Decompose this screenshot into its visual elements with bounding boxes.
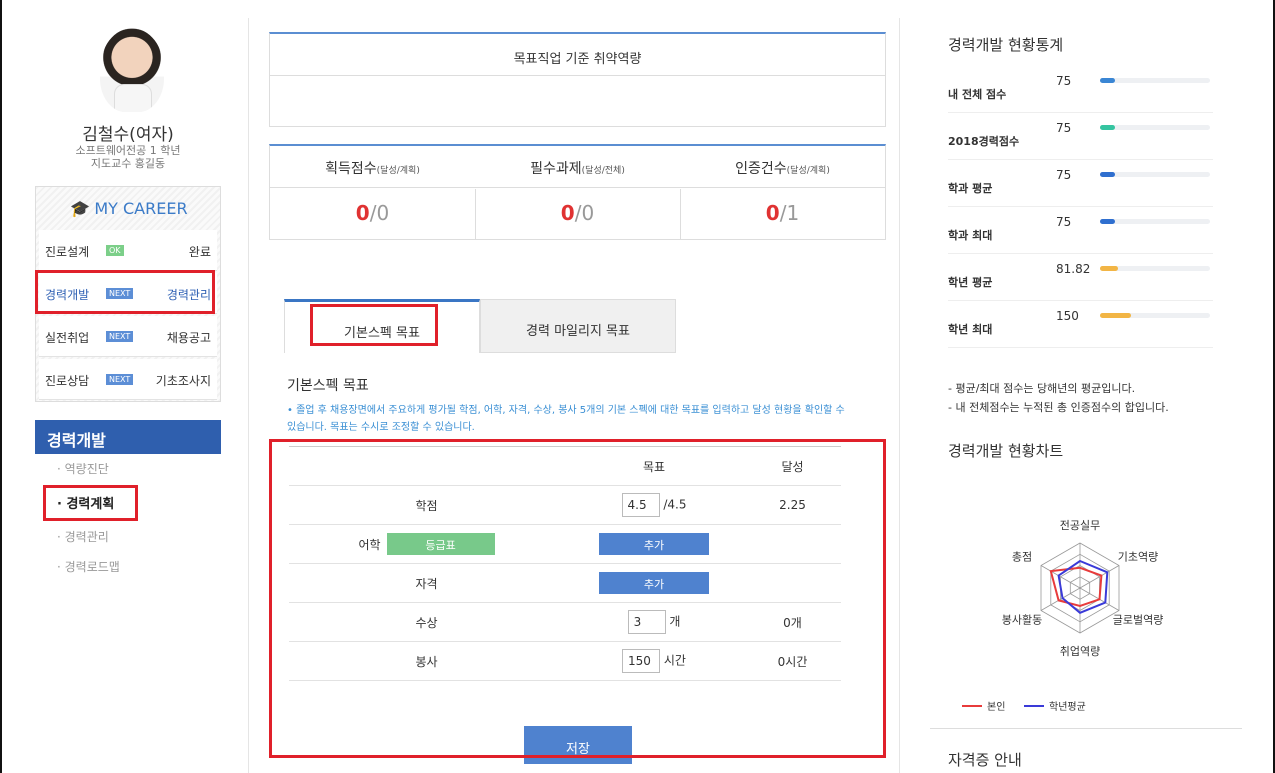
user-dept: 소프트웨어전공 1 학년	[75, 144, 181, 157]
stat-label: 2018경력점수	[948, 135, 1020, 148]
stat-bar	[1100, 266, 1210, 271]
stats-title: 경력개발 현황통계	[948, 36, 1064, 54]
radar-category-label: 총점	[1012, 551, 1032, 564]
stat-value: 81.82	[1056, 262, 1091, 276]
my-career-title: 🎓 MY CAREER	[70, 199, 188, 218]
stat-bar-fill	[1100, 172, 1116, 177]
stat-value: 75	[1056, 215, 1072, 229]
score-summary: 획득점수(달성/계획) 필수과제(달성/전체) 인증건수(달성/계획) 0/0 …	[269, 144, 886, 240]
stat-bar	[1100, 125, 1210, 130]
stat-label: 학년 평균	[948, 276, 993, 289]
stat-bar-fill	[1100, 266, 1118, 271]
form-title: 기본스펙 목표	[287, 378, 369, 394]
stat-row: 학년 최대 150	[948, 301, 1213, 348]
goal-weakness-title: 목표직업 기준 취약역량	[270, 34, 885, 76]
stat-bar	[1100, 172, 1210, 177]
tab-mileage[interactable]: 경력 마일리지 목표	[480, 299, 676, 353]
stat-label: 학과 평균	[948, 182, 993, 195]
highlight-box	[35, 270, 215, 314]
stat-bar-fill	[1100, 125, 1116, 130]
score-head-certs: 인증건수(달성/계획)	[680, 146, 885, 188]
avatar	[100, 28, 164, 112]
score-value-certs: 0/1	[765, 201, 800, 225]
career-row-counsel[interactable]: 진로상담 NEXT 기초조사지	[39, 359, 217, 400]
nav-career-manage[interactable]: · 경력관리	[57, 528, 109, 545]
radar-category-label: 취업역량	[1060, 645, 1100, 658]
score-head-tasks: 필수과제(달성/전체)	[475, 146, 680, 188]
stat-label: 내 전체 점수	[948, 88, 1007, 101]
radar-category-label: 기초역량	[1118, 551, 1158, 564]
stat-value: 75	[1056, 168, 1072, 182]
legend-label: 본인	[987, 701, 1005, 713]
stat-row: 학년 평균 81.82	[948, 254, 1213, 301]
section-title: 경력개발	[35, 420, 221, 454]
score-value-points: 0/0	[355, 201, 390, 225]
highlight-box	[43, 485, 138, 521]
stat-bar	[1100, 219, 1210, 224]
cert-panel: 자격증 안내	[930, 728, 1242, 773]
career-row-design[interactable]: 진로설계 OK 완료	[39, 230, 217, 271]
stat-value: 75	[1056, 121, 1072, 135]
stat-bar	[1100, 313, 1210, 318]
stats-panel: 경력개발 현황통계 내 전체 점수 75 2018경력점수 75 학과 평균 75 학과 최…	[930, 18, 1242, 758]
chart-title: 경력개발 현황차트	[948, 442, 1064, 460]
stat-bar-fill	[1100, 78, 1116, 83]
stat-label: 학년 최대	[948, 323, 993, 336]
user-advisor: 지도교수 홍길동	[90, 157, 166, 170]
radar-series	[1049, 566, 1103, 608]
status-badge: OK	[106, 245, 124, 256]
form-description: • 졸업 후 채용장면에서 주요하게 평가될 학점, 어학, 자격, 수상, 봉…	[287, 405, 845, 433]
cert-title: 자격증 안내	[948, 751, 1022, 769]
status-badge: NEXT	[106, 331, 134, 342]
stat-row: 2018경력점수 75	[948, 113, 1213, 160]
stat-bar	[1100, 78, 1210, 83]
career-row-employment[interactable]: 실전취업 NEXT 채용공고	[39, 316, 217, 357]
highlight-box	[269, 439, 886, 758]
stat-bar-fill	[1100, 219, 1116, 224]
stat-bar-fill	[1100, 313, 1131, 318]
stat-row: 학과 최대 75	[948, 207, 1213, 254]
highlight-box	[310, 304, 438, 346]
stat-label: 학과 최대	[948, 229, 993, 242]
nav-career-roadmap[interactable]: · 경력로드맵	[57, 558, 120, 575]
stat-row: 학과 평균 75	[948, 160, 1213, 207]
radar-category-label: 전공실무	[1060, 519, 1100, 532]
radar-category-label: 봉사활동	[1002, 613, 1042, 627]
score-value-tasks: 0/0	[560, 201, 595, 225]
radar-category-label: 글로벌역량	[1113, 614, 1164, 627]
radar-chart: 전공실무기초역량글로벌역량취업역량 봉사활동 총점본인 학년평균	[962, 519, 1164, 713]
graduation-cap-icon: 🎓	[70, 199, 91, 218]
user-name: 김철수(여자)	[82, 125, 174, 145]
stat-row: 내 전체 점수 75	[948, 66, 1213, 113]
status-badge: NEXT	[106, 374, 134, 385]
stats-note-1: - 평균/최대 점수는 당해년의 평균입니다.	[948, 382, 1136, 395]
stat-value: 75	[1056, 74, 1072, 88]
score-head-points: 획득점수(달성/계획)	[270, 146, 475, 188]
stat-value: 150	[1056, 309, 1079, 323]
stats-note-2: - 내 전체점수는 누적된 총 인증점수의 합입니다.	[948, 401, 1169, 414]
goal-weakness-panel: 목표직업 기준 취약역량	[269, 32, 886, 127]
nav-competency[interactable]: · 역량진단	[57, 460, 109, 477]
left-sidebar: 김철수(여자) 소프트웨어전공 1 학년 지도교수 홍길동 🎓 MY CAREER…	[35, 18, 221, 773]
legend-label: 학년평균	[1049, 701, 1086, 713]
